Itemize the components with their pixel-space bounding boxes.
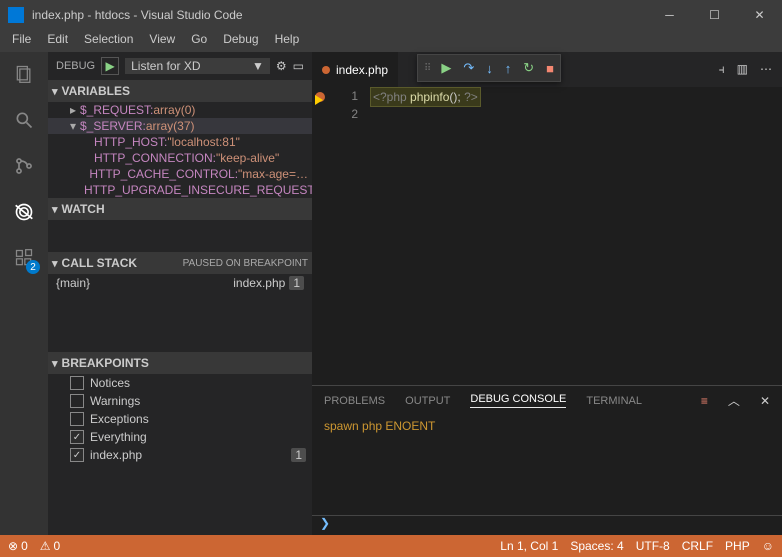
status-eol[interactable]: CRLF — [682, 539, 713, 553]
menubar: File Edit Selection View Go Debug Help — [0, 30, 782, 52]
watch-empty — [48, 220, 312, 252]
menu-file[interactable]: File — [4, 30, 39, 52]
breakpoint-row[interactable]: Everything — [48, 428, 312, 446]
stop-button[interactable]: ■ — [546, 61, 554, 76]
callstack-section-header[interactable]: ▾ CALL STACKPAUSED ON BREAKPOINT — [48, 252, 312, 274]
panel-tabs: PROBLEMS OUTPUT DEBUG CONSOLE TERMINAL ≡… — [312, 386, 782, 415]
status-indent[interactable]: Spaces: 4 — [570, 539, 623, 553]
status-errors[interactable]: ⊗ 0 — [8, 539, 28, 553]
vscode-logo-icon — [8, 7, 24, 23]
panel-tab-problems[interactable]: PROBLEMS — [324, 395, 385, 407]
code-content[interactable]: <?php phpinfo(); ?> — [370, 87, 782, 385]
checkbox[interactable] — [70, 412, 84, 426]
breakpoint-row[interactable]: index.php1 — [48, 446, 312, 464]
debug-sidebar: DEBUG ▶ Listen for XD▼ ⚙ ▭ ▾ VARIABLES ▸… — [48, 52, 312, 535]
status-bar: ⊗ 0 ⚠ 0 Ln 1, Col 1 Spaces: 4 UTF-8 CRLF… — [0, 535, 782, 557]
debug-toolbar: DEBUG ▶ Listen for XD▼ ⚙ ▭ — [48, 52, 312, 80]
close-panel-icon[interactable]: ✕ — [760, 394, 770, 408]
breakpoint-dot-icon — [322, 66, 330, 74]
breakpoint-row[interactable]: Notices — [48, 374, 312, 392]
minimize-button[interactable]: ─ — [647, 0, 692, 30]
panel-tab-terminal[interactable]: TERMINAL — [586, 395, 642, 407]
breakpoints-list: NoticesWarningsExceptionsEverythingindex… — [48, 374, 312, 464]
status-warnings[interactable]: ⚠ 0 — [40, 539, 60, 553]
debug-config-select[interactable]: Listen for XD▼ — [125, 58, 270, 74]
variable-row[interactable]: ▸$_REQUEST: array(0) — [48, 102, 312, 118]
continue-button[interactable]: ▶ — [441, 60, 451, 76]
editor-tabs: index.php ⠿ ▶ ↷ ↓ ↑ ↻ ■ ⫞ ▥ ⋯ — [312, 52, 782, 87]
panel-tab-debug-console[interactable]: DEBUG CONSOLE — [470, 393, 566, 408]
menu-go[interactable]: Go — [183, 30, 215, 52]
titlebar: index.php - htdocs - Visual Studio Code … — [0, 0, 782, 30]
gear-icon[interactable]: ⚙ — [276, 59, 287, 73]
search-icon[interactable] — [10, 106, 38, 134]
menu-help[interactable]: Help — [267, 30, 308, 52]
extensions-icon[interactable]: 2 — [10, 244, 38, 272]
bottom-panel: PROBLEMS OUTPUT DEBUG CONSOLE TERMINAL ≡… — [312, 385, 782, 535]
status-encoding[interactable]: UTF-8 — [636, 539, 670, 553]
checkbox[interactable] — [70, 448, 84, 462]
menu-debug[interactable]: Debug — [215, 30, 266, 52]
split-editor-icon[interactable]: ⫞ — [719, 62, 725, 77]
activity-bar: 2 — [0, 52, 48, 535]
menu-edit[interactable]: Edit — [39, 30, 76, 52]
menu-view[interactable]: View — [141, 30, 183, 52]
variables-section-header[interactable]: ▾ VARIABLES — [48, 80, 312, 102]
step-over-button[interactable]: ↷ — [463, 60, 474, 76]
collapse-panel-icon[interactable]: ︿ — [728, 392, 740, 409]
close-window-button[interactable]: ✕ — [737, 0, 782, 30]
start-debug-button[interactable]: ▶ — [101, 57, 119, 75]
window-title: index.php - htdocs - Visual Studio Code — [32, 8, 647, 22]
breakpoint-row[interactable]: Exceptions — [48, 410, 312, 428]
explorer-icon[interactable] — [10, 60, 38, 88]
debug-console-output[interactable]: spawn php ENOENT — [312, 415, 782, 515]
checkbox[interactable] — [70, 376, 84, 390]
variable-row[interactable]: HTTP_CONNECTION: "keep-alive" — [48, 150, 312, 166]
checkbox[interactable] — [70, 430, 84, 444]
breakpoint-row[interactable]: Warnings — [48, 392, 312, 410]
tab-label: index.php — [336, 63, 388, 77]
status-feedback-icon[interactable]: ☺ — [762, 539, 774, 553]
variable-row[interactable]: HTTP_CACHE_CONTROL: "max-age=… — [48, 166, 312, 182]
checkbox[interactable] — [70, 394, 84, 408]
callstack-list: {main}index.php1 — [48, 274, 312, 292]
tab-index-php[interactable]: index.php — [312, 52, 398, 87]
status-language[interactable]: PHP — [725, 539, 750, 553]
variable-row[interactable]: HTTP_UPGRADE_INSECURE_REQUEST… — [48, 182, 312, 198]
more-actions-icon[interactable]: ⋯ — [760, 62, 772, 77]
floating-debug-toolbar[interactable]: ⠿ ▶ ↷ ↓ ↑ ↻ ■ — [417, 54, 561, 82]
variables-list: ▸$_REQUEST: array(0)▾$_SERVER: array(37)… — [48, 102, 312, 198]
clear-console-icon[interactable]: ≡ — [701, 394, 708, 408]
status-cursor-pos[interactable]: Ln 1, Col 1 — [500, 539, 558, 553]
debug-label: DEBUG — [56, 60, 95, 72]
variable-row[interactable]: ▾$_SERVER: array(37) — [48, 118, 312, 134]
debug-console-input[interactable]: ❯ — [312, 515, 782, 535]
variable-row[interactable]: HTTP_HOST: "localhost:81" — [48, 134, 312, 150]
glyph-margin[interactable] — [312, 87, 330, 385]
extensions-badge: 2 — [26, 260, 40, 274]
debug-icon[interactable] — [10, 198, 38, 226]
console-icon[interactable]: ▭ — [293, 59, 304, 73]
editor-area: index.php ⠿ ▶ ↷ ↓ ↑ ↻ ■ ⫞ ▥ ⋯ — [312, 52, 782, 535]
maximize-button[interactable]: ☐ — [692, 0, 737, 30]
breakpoints-section-header[interactable]: ▾ BREAKPOINTS — [48, 352, 312, 374]
watch-section-header[interactable]: ▾ WATCH — [48, 198, 312, 220]
step-into-button[interactable]: ↓ — [486, 61, 493, 76]
menu-selection[interactable]: Selection — [76, 30, 141, 52]
step-out-button[interactable]: ↑ — [505, 61, 512, 76]
restart-button[interactable]: ↻ — [523, 60, 534, 76]
code-editor[interactable]: 1 2 <?php phpinfo(); ?> — [312, 87, 782, 385]
execution-pointer-icon — [315, 95, 323, 105]
panel-tab-output[interactable]: OUTPUT — [405, 395, 450, 407]
drag-grip-icon[interactable]: ⠿ — [424, 63, 429, 74]
source-control-icon[interactable] — [10, 152, 38, 180]
callstack-frame[interactable]: {main}index.php1 — [48, 274, 312, 292]
line-numbers: 1 2 — [330, 87, 370, 385]
editor-layout-icon[interactable]: ▥ — [737, 62, 748, 77]
